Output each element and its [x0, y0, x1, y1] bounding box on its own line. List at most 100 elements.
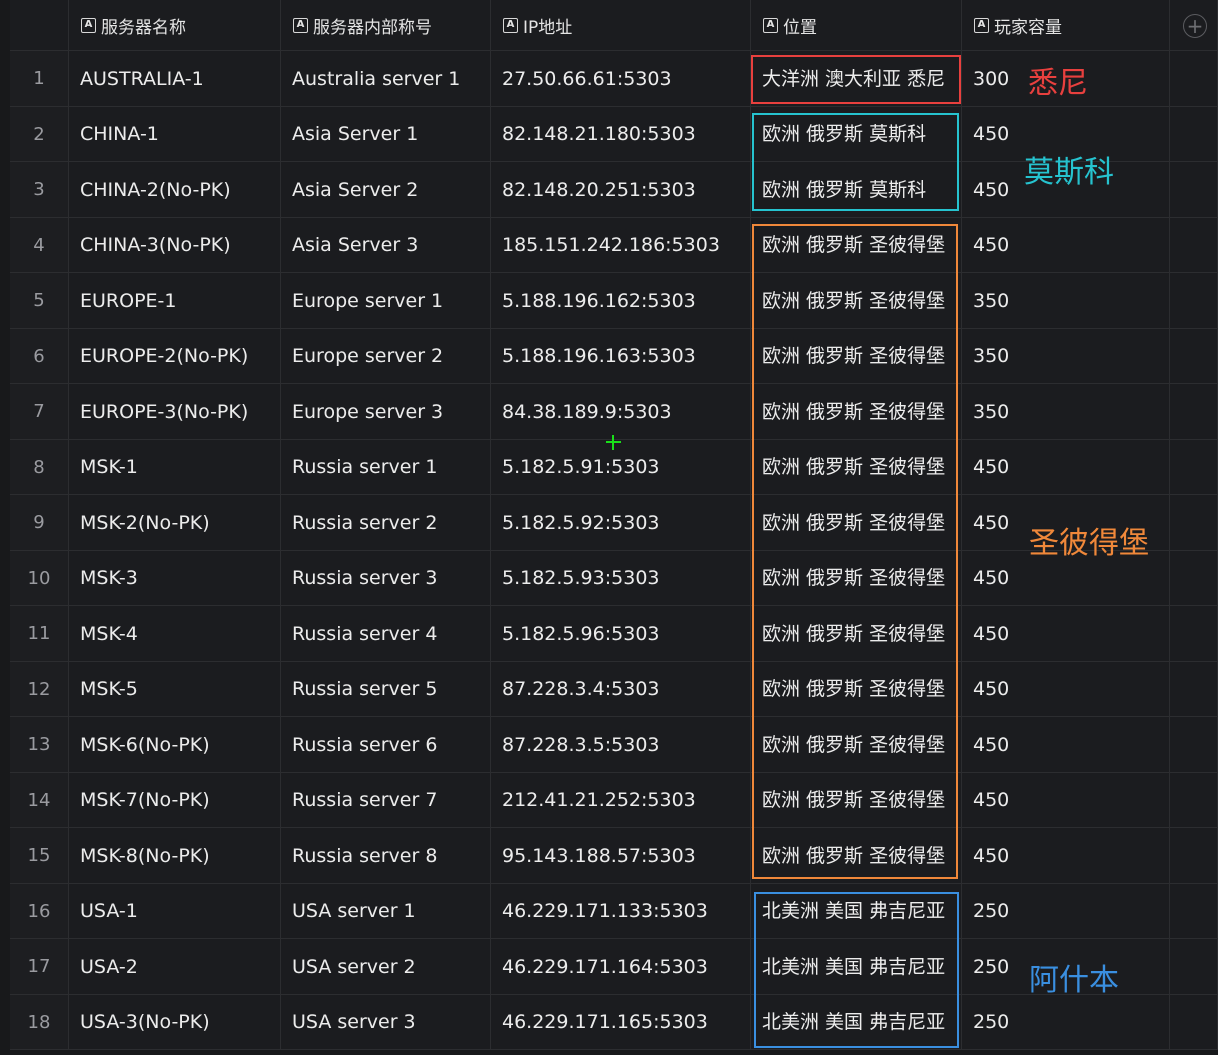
cell-location[interactable]: 北美洲 美国 弗吉尼亚 — [751, 939, 962, 995]
cell-location[interactable]: 欧洲 俄罗斯 圣彼得堡 — [751, 662, 962, 717]
add-column-button[interactable]: + — [1183, 14, 1207, 38]
cell-server-name[interactable]: MSK-6(No-PK) — [69, 717, 281, 773]
cell-ip-address[interactable]: 5.188.196.163:5303 — [491, 329, 751, 384]
cell-internal-name[interactable]: USA server 1 — [281, 884, 491, 939]
cell-server-name[interactable]: MSK-4 — [69, 606, 281, 662]
cell-location[interactable]: 欧洲 俄罗斯 圣彼得堡 — [751, 384, 962, 440]
cell-ip-address[interactable]: 46.229.171.165:5303 — [491, 995, 751, 1050]
cell-internal-name[interactable]: Russia server 1 — [281, 440, 491, 495]
column-header-capacity[interactable]: A 玩家容量 — [962, 0, 1170, 51]
cell-internal-name[interactable]: Europe server 2 — [281, 329, 491, 384]
cell-internal-name[interactable]: Asia Server 2 — [281, 162, 491, 218]
cell-location[interactable]: 大洋洲 澳大利亚 悉尼 — [751, 51, 962, 107]
cell-location[interactable]: 欧洲 俄罗斯 圣彼得堡 — [751, 495, 962, 551]
cell-capacity[interactable]: 250 — [962, 995, 1170, 1050]
cell-value: 450 — [973, 234, 1010, 256]
column-header-internal-name[interactable]: A 服务器内部称号 — [281, 0, 491, 51]
cell-location[interactable]: 欧洲 俄罗斯 圣彼得堡 — [751, 773, 962, 828]
column-header-label: 服务器内部称号 — [313, 17, 432, 38]
cell-internal-name[interactable]: Europe server 3 — [281, 384, 491, 440]
cell-server-name[interactable]: AUSTRALIA-1 — [69, 51, 281, 107]
cell-server-name[interactable]: MSK-1 — [69, 440, 281, 495]
cell-capacity[interactable]: 450 — [962, 440, 1170, 495]
cell-internal-name[interactable]: Russia server 4 — [281, 606, 491, 662]
cell-server-name[interactable]: MSK-3 — [69, 551, 281, 606]
cell-value: MSK-6(No-PK) — [80, 733, 210, 756]
cell-ip-address[interactable]: 5.188.196.162:5303 — [491, 273, 751, 329]
cell-ip-address[interactable]: 185.151.242.186:5303 — [491, 218, 751, 273]
cell-server-name[interactable]: USA-2 — [69, 939, 281, 995]
cell-capacity[interactable]: 450 — [962, 606, 1170, 662]
column-header-ip-address[interactable]: A IP地址 — [491, 0, 751, 51]
cell-capacity[interactable]: 450 — [962, 828, 1170, 884]
cell-ip-address[interactable]: 87.228.3.4:5303 — [491, 662, 751, 717]
cell-ip-address[interactable]: 87.228.3.5:5303 — [491, 717, 751, 773]
cell-location[interactable]: 欧洲 俄罗斯 圣彼得堡 — [751, 273, 962, 329]
cell-server-name[interactable]: MSK-8(No-PK) — [69, 828, 281, 884]
cell-server-name[interactable]: EUROPE-1 — [69, 273, 281, 329]
cell-ip-address[interactable]: 5.182.5.92:5303 — [491, 495, 751, 551]
cell-server-name[interactable]: MSK-5 — [69, 662, 281, 717]
cell-internal-name[interactable]: Europe server 1 — [281, 273, 491, 329]
cell-internal-name[interactable]: Asia Server 1 — [281, 107, 491, 162]
cell-capacity[interactable]: 450 — [962, 218, 1170, 273]
column-header-server-name[interactable]: A 服务器名称 — [69, 0, 281, 51]
cell-server-name[interactable]: USA-3(No-PK) — [69, 995, 281, 1050]
cell-location[interactable]: 欧洲 俄罗斯 圣彼得堡 — [751, 218, 962, 273]
cell-server-name[interactable]: MSK-7(No-PK) — [69, 773, 281, 828]
cell-server-name[interactable]: CHINA-1 — [69, 107, 281, 162]
cell-server-name[interactable]: MSK-2(No-PK) — [69, 495, 281, 551]
cell-location[interactable]: 欧洲 俄罗斯 莫斯科 — [751, 162, 962, 218]
row-number-label: 16 — [27, 900, 51, 922]
cell-internal-name[interactable]: Russia server 5 — [281, 662, 491, 717]
cell-internal-name[interactable]: USA server 3 — [281, 995, 491, 1050]
cell-server-name[interactable]: CHINA-3(No-PK) — [69, 218, 281, 273]
cell-ip-address[interactable]: 5.182.5.91:5303 — [491, 440, 751, 495]
row-number: 8 — [10, 440, 69, 495]
cell-location[interactable]: 欧洲 俄罗斯 圣彼得堡 — [751, 606, 962, 662]
cell-location[interactable]: 欧洲 俄罗斯 圣彼得堡 — [751, 329, 962, 384]
cell-location[interactable]: 欧洲 俄罗斯 圣彼得堡 — [751, 717, 962, 773]
cell-value: USA server 1 — [292, 900, 416, 922]
cell-location[interactable]: 欧洲 俄罗斯 莫斯科 — [751, 107, 962, 162]
cell-ip-address[interactable]: 5.182.5.96:5303 — [491, 606, 751, 662]
cell-internal-name[interactable]: Russia server 6 — [281, 717, 491, 773]
cell-location[interactable]: 欧洲 俄罗斯 圣彼得堡 — [751, 551, 962, 606]
cell-capacity[interactable]: 250 — [962, 884, 1170, 939]
cell-internal-name[interactable]: Russia server 3 — [281, 551, 491, 606]
cell-internal-name[interactable]: Russia server 7 — [281, 773, 491, 828]
cell-ip-address[interactable]: 95.143.188.57:5303 — [491, 828, 751, 884]
cell-internal-name[interactable]: Australia server 1 — [281, 51, 491, 107]
cell-ip-address[interactable]: 82.148.21.180:5303 — [491, 107, 751, 162]
cell-location[interactable]: 北美洲 美国 弗吉尼亚 — [751, 995, 962, 1050]
cell-capacity[interactable]: 450 — [962, 773, 1170, 828]
cell-internal-name[interactable]: Asia Server 3 — [281, 218, 491, 273]
row-number-label: 1 — [33, 68, 45, 89]
cell-server-name[interactable]: CHINA-2(No-PK) — [69, 162, 281, 218]
cell-internal-name[interactable]: Russia server 8 — [281, 828, 491, 884]
cell-ip-address[interactable]: 46.229.171.164:5303 — [491, 939, 751, 995]
cell-location[interactable]: 欧洲 俄罗斯 圣彼得堡 — [751, 828, 962, 884]
cell-value: 5.182.5.93:5303 — [502, 567, 660, 589]
cell-ip-address[interactable]: 27.50.66.61:5303 — [491, 51, 751, 107]
cell-internal-name[interactable]: USA server 2 — [281, 939, 491, 995]
cell-ip-address[interactable]: 212.41.21.252:5303 — [491, 773, 751, 828]
cell-capacity[interactable]: 350 — [962, 329, 1170, 384]
cell-server-name[interactable]: EUROPE-3(No-PK) — [69, 384, 281, 440]
cell-server-name[interactable]: USA-1 — [69, 884, 281, 939]
cell-location[interactable]: 北美洲 美国 弗吉尼亚 — [751, 884, 962, 939]
cell-ip-address[interactable]: 46.229.171.133:5303 — [491, 884, 751, 939]
cell-server-name[interactable]: EUROPE-2(No-PK) — [69, 329, 281, 384]
cell-ip-address[interactable]: 84.38.189.9:5303 — [491, 384, 751, 440]
cell-capacity[interactable]: 350 — [962, 384, 1170, 440]
column-header-location[interactable]: A 位置 — [751, 0, 962, 51]
cell-value: Russia server 1 — [292, 456, 438, 478]
cell-capacity[interactable]: 350 — [962, 273, 1170, 329]
cell-capacity[interactable]: 450 — [962, 662, 1170, 717]
cell-ip-address[interactable]: 5.182.5.93:5303 — [491, 551, 751, 606]
cell-value: Russia server 8 — [292, 844, 438, 867]
cell-capacity[interactable]: 450 — [962, 717, 1170, 773]
cell-location[interactable]: 欧洲 俄罗斯 圣彼得堡 — [751, 440, 962, 495]
cell-internal-name[interactable]: Russia server 2 — [281, 495, 491, 551]
cell-ip-address[interactable]: 82.148.20.251:5303 — [491, 162, 751, 218]
